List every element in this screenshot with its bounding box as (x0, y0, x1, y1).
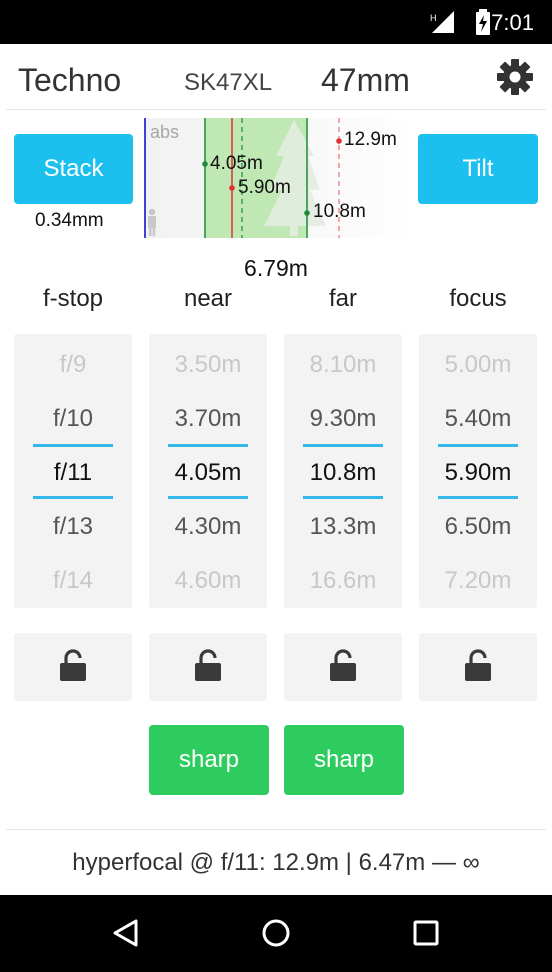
navigation-bar (0, 895, 552, 972)
picker-option[interactable]: 5.40m (419, 405, 537, 433)
far-picker[interactable]: 8.10m 9.30m 10.8m 13.3m 16.6m (284, 334, 402, 608)
abs-label[interactable]: abs (150, 122, 179, 143)
picker-option-selected[interactable]: 5.90m (419, 459, 537, 487)
picker-option[interactable]: 5.00m (419, 351, 537, 379)
selection-divider (168, 444, 248, 447)
sharp-near-button[interactable]: sharp (149, 725, 269, 795)
picker-option-selected[interactable]: 10.8m (284, 459, 402, 487)
near-picker[interactable]: 3.50m 3.70m 4.05m 4.30m 4.60m (149, 334, 267, 608)
picker-option[interactable]: 3.50m (149, 351, 267, 379)
picker-option[interactable]: 4.30m (149, 513, 267, 541)
home-circle-icon[interactable] (256, 913, 296, 958)
camera-name[interactable]: Techno (18, 62, 121, 99)
selection-divider (33, 496, 113, 499)
picker-option[interactable]: f/14 (14, 567, 132, 595)
signal-icon: H (430, 11, 456, 38)
selection-divider (303, 496, 383, 499)
hyperfocal-footer: hyperfocal @ f/11: 12.9m | 6.47m — ∞ (6, 829, 546, 895)
stack-value: 0.34mm (35, 210, 104, 231)
focus-picker[interactable]: 5.00m 5.40m 5.90m 6.50m 7.20m (419, 334, 537, 608)
picker-option[interactable]: f/10 (14, 405, 132, 433)
stack-button[interactable]: Stack (14, 134, 133, 204)
selection-divider (438, 496, 518, 499)
back-triangle-icon[interactable] (110, 913, 142, 958)
picker-option[interactable]: f/13 (14, 513, 132, 541)
hyperfocal-marker-label: 12.9m (344, 129, 397, 150)
dof-scene[interactable]: abs 4.05m 5.90m 10.8m 12.9m (144, 118, 410, 238)
far-lock-button[interactable] (284, 633, 402, 701)
picker-option-selected[interactable]: f/11 (14, 459, 132, 487)
gear-icon[interactable] (496, 58, 534, 101)
picker-option[interactable]: 7.20m (419, 567, 537, 595)
battery-icon (476, 9, 490, 40)
fstop-lock-button[interactable] (14, 633, 132, 701)
lock-open-icon (328, 648, 358, 686)
selection-divider (168, 496, 248, 499)
tilt-button[interactable]: Tilt (418, 134, 538, 204)
status-time: 7:01 (491, 10, 534, 35)
focus-lock-button[interactable] (419, 633, 537, 701)
lock-open-icon (463, 648, 493, 686)
picker-option[interactable]: 3.70m (149, 405, 267, 433)
near-marker-label: 4.05m (210, 153, 263, 174)
picker-option[interactable]: f/9 (14, 351, 132, 379)
fstop-picker[interactable]: f/9 f/10 f/11 f/13 f/14 (14, 334, 132, 608)
picker-option-selected[interactable]: 4.05m (149, 459, 267, 487)
focal-length[interactable]: 47mm (321, 62, 410, 99)
focus-marker-label: 5.90m (238, 177, 291, 198)
picker-option[interactable]: 8.10m (284, 351, 402, 379)
lock-open-icon (58, 648, 88, 686)
picker-option[interactable]: 9.30m (284, 405, 402, 433)
header-far: far (328, 285, 357, 312)
svg-text:H: H (430, 13, 437, 23)
selection-divider (33, 444, 113, 447)
header-fstop: f-stop (42, 285, 104, 312)
near-lock-button[interactable] (149, 633, 267, 701)
sharp-far-button[interactable]: sharp (284, 725, 404, 795)
picker-option[interactable]: 16.6m (284, 567, 402, 595)
picker-option[interactable]: 6.50m (419, 513, 537, 541)
app-bar: Techno SK47XL 47mm (6, 44, 546, 110)
selection-divider (438, 444, 518, 447)
picker-option[interactable]: 4.60m (149, 567, 267, 595)
recents-square-icon[interactable] (408, 913, 444, 958)
picker-option[interactable]: 13.3m (284, 513, 402, 541)
far-marker-label: 10.8m (313, 201, 366, 222)
status-bar: H 7:01 (0, 0, 552, 44)
dof-total: 6.79m (244, 255, 308, 281)
header-focus: focus (449, 285, 507, 312)
lens-name[interactable]: SK47XL (184, 69, 272, 97)
selection-divider (303, 444, 383, 447)
hyperfocal-text: hyperfocal @ f/11: 12.9m | 6.47m — ∞ (72, 848, 480, 876)
header-near: near (183, 285, 233, 312)
lock-open-icon (193, 648, 223, 686)
